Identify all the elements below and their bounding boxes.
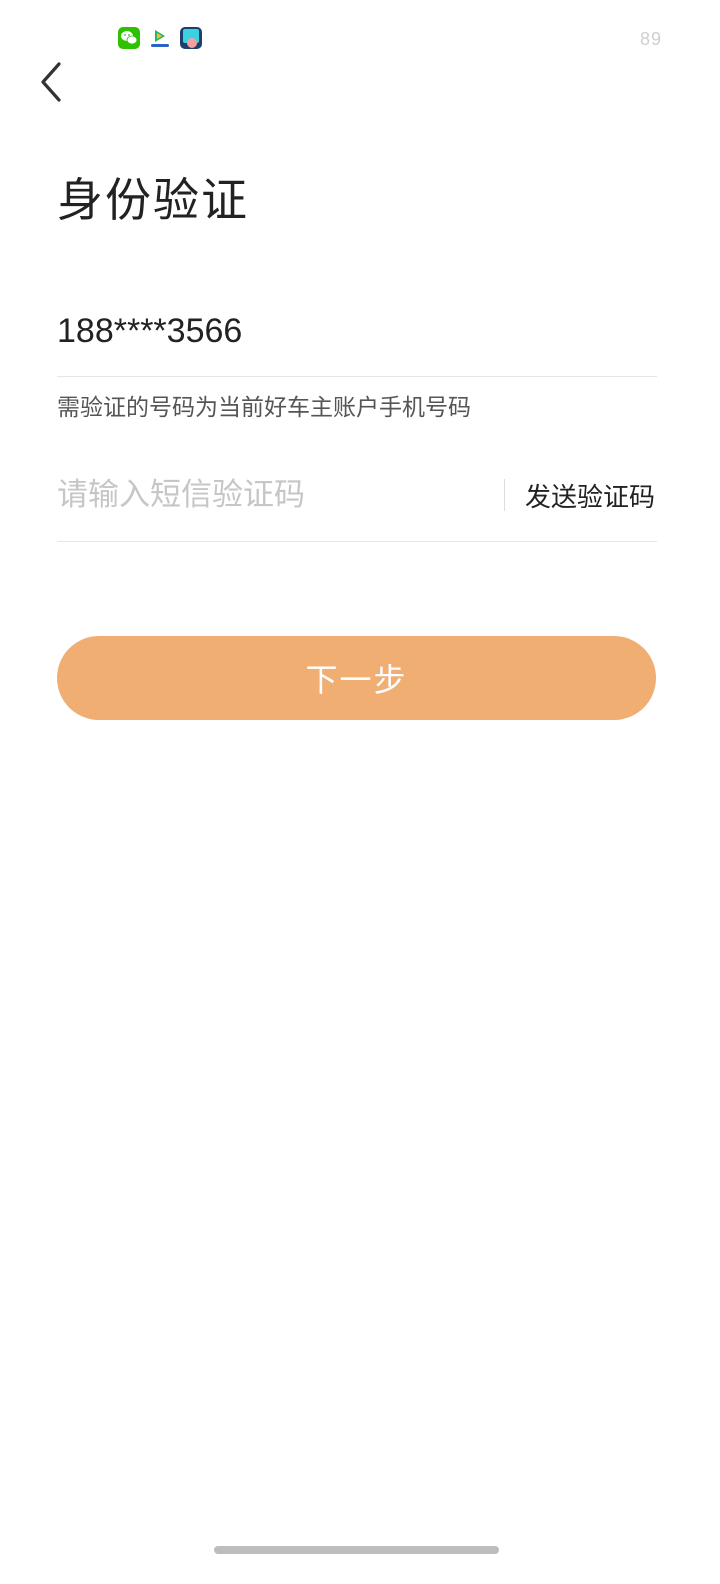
sms-code-row: 发送验证码: [57, 455, 657, 542]
wechat-icon: [118, 27, 140, 49]
phone-hint-text: 需验证的号码为当前好车主账户手机号码: [57, 395, 471, 421]
identity-verification-screen: 89 身份验证 188****3566 需验证的号码为当前好车主账户手机号码 发…: [0, 0, 720, 1584]
phone-number-value: 188****3566: [57, 312, 243, 350]
phone-number-row: 188****3566: [57, 300, 657, 377]
chevron-left-icon: [41, 62, 61, 102]
next-button[interactable]: 下一步: [57, 636, 656, 720]
sms-code-input[interactable]: [57, 471, 487, 519]
back-button[interactable]: [28, 58, 76, 106]
status-bar: 89: [0, 0, 720, 70]
vertical-divider: [504, 479, 505, 511]
battery-level: 89: [639, 29, 662, 49]
video-app-icon: [149, 27, 171, 49]
status-app-icons: [118, 27, 202, 49]
send-code-button[interactable]: 发送验证码: [525, 477, 655, 514]
assist-app-icon: [180, 27, 202, 49]
home-indicator[interactable]: [214, 1546, 499, 1554]
page-title: 身份验证: [57, 173, 249, 227]
